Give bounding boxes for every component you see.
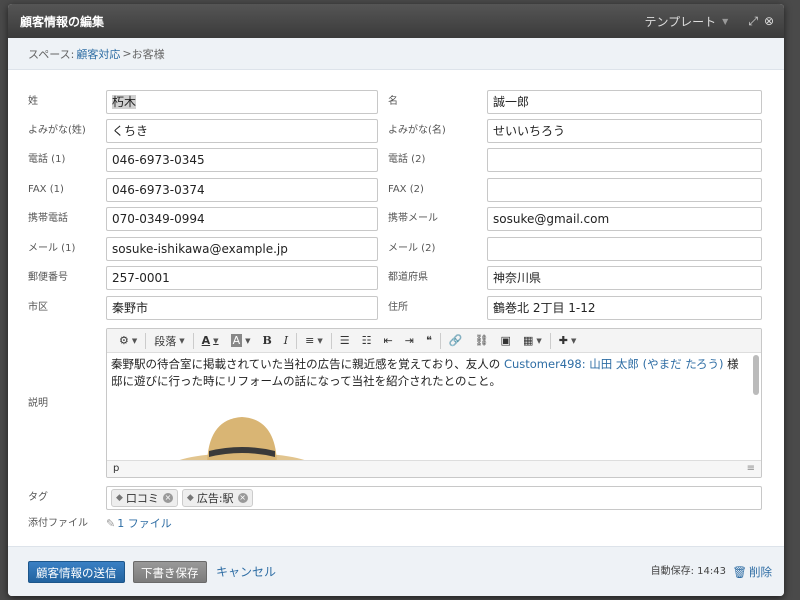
- table-icon[interactable]: ▦ ▼: [523, 334, 542, 347]
- background-color-icon[interactable]: A ▼: [230, 334, 250, 347]
- dialog-titlebar: 顧客情報の編集 テンプレート ▼ ⤢ ⊗: [8, 4, 784, 38]
- unlink-icon[interactable]: ⛓: [475, 334, 489, 347]
- city-input[interactable]: 秦野市: [106, 296, 378, 320]
- indent-icon[interactable]: ⇥: [405, 334, 414, 347]
- fax1-label: FAX (1): [28, 184, 64, 195]
- align-icon[interactable]: ≡ ▼: [305, 334, 323, 347]
- mobile-mail-label: 携帯メール: [388, 213, 438, 224]
- mobile-phone-label: 携帯電話: [28, 213, 68, 224]
- paragraph-format-dropdown[interactable]: 段落 ▼: [154, 333, 184, 349]
- mail2-label: メール (2): [388, 243, 436, 254]
- customer-mention-link[interactable]: Customer498: 山田 太郎 (やまだ たろう): [504, 357, 724, 371]
- phone1-input[interactable]: 046-6973-0345: [106, 148, 378, 172]
- save-draft-button[interactable]: 下書き保存: [133, 561, 207, 583]
- link-icon[interactable]: 🔗: [449, 334, 463, 347]
- italic-icon[interactable]: I: [284, 334, 288, 347]
- breadcrumb-space-link[interactable]: 顧客対応: [76, 46, 120, 62]
- remove-tag-icon[interactable]: ×: [162, 493, 173, 503]
- fax2-label: FAX (2): [388, 184, 424, 195]
- fax1-input[interactable]: 046-6973-0374: [106, 178, 378, 202]
- mail2-input[interactable]: [487, 237, 762, 261]
- first-name-label: 名: [388, 96, 398, 107]
- element-path: p: [113, 463, 120, 474]
- attachments-link[interactable]: ✎ 1 ファイル: [106, 516, 172, 532]
- tag-icon: ◆: [116, 493, 123, 503]
- settings-gear-icon[interactable]: ⚙ ▼: [119, 334, 137, 347]
- editor-toolbar: ⚙▼ 段落▼ A▼ A▼ B I ≡▼ ☰ ☷ ⇤ ⇥ ❝ 🔗 ⛓ ▣: [107, 329, 761, 353]
- breadcrumb-current: お客様: [131, 47, 165, 61]
- outdent-icon[interactable]: ⇤: [384, 334, 393, 347]
- address-label: 住所: [388, 302, 408, 313]
- paperclip-icon: ✎: [106, 517, 116, 530]
- editor-scrollbar[interactable]: [753, 355, 759, 395]
- tag-chip: ◆ 口コミ ×: [111, 489, 178, 507]
- font-color-icon[interactable]: A ▼: [202, 334, 219, 347]
- editor-content[interactable]: 秦野駅の待合室に掲載されていた当社の広告に親近感を覚えており、友人の Custo…: [107, 353, 761, 460]
- breadcrumb-prefix: スペース:: [28, 47, 75, 61]
- delete-button[interactable]: 🗑 削除: [732, 561, 772, 583]
- mobile-phone-input[interactable]: 070-0349-0994: [106, 207, 378, 231]
- zip-label: 郵便番号: [28, 272, 68, 283]
- dialog-title: 顧客情報の編集: [20, 14, 105, 29]
- editor-statusbar: p ≡: [107, 460, 761, 477]
- expand-icon[interactable]: ⤢: [748, 14, 758, 29]
- prefecture-input[interactable]: 神奈川県: [487, 266, 762, 290]
- zip-input[interactable]: 257-0001: [106, 266, 378, 290]
- tags-input[interactable]: ◆ 口コミ × ◆ 広告:駅 ×: [106, 486, 762, 510]
- chevron-down-icon[interactable]: ▼: [722, 17, 728, 26]
- breadcrumb: スペース: 顧客対応 > お客様: [8, 38, 784, 70]
- hat-image[interactable]: [167, 409, 317, 460]
- plugin-icon[interactable]: ✚ ▼: [559, 334, 577, 347]
- quote-icon[interactable]: ❝: [426, 334, 432, 347]
- trash-icon: 🗑: [732, 565, 747, 579]
- image-icon[interactable]: ▣: [501, 334, 511, 347]
- city-label: 市区: [28, 302, 48, 313]
- tags-label: タグ: [28, 492, 48, 503]
- last-name-label: 姓: [28, 96, 38, 107]
- phone2-input[interactable]: [487, 148, 762, 172]
- tag-chip: ◆ 広告:駅 ×: [181, 489, 253, 507]
- bullet-list-icon[interactable]: ☰: [340, 334, 350, 347]
- last-name-input[interactable]: 朽木: [106, 90, 378, 114]
- submit-customer-button[interactable]: 顧客情報の送信: [28, 561, 125, 583]
- bold-icon[interactable]: B: [262, 334, 271, 347]
- first-name-input[interactable]: 誠一郎: [487, 90, 762, 114]
- mail1-input[interactable]: sosuke-ishikawa@example.jp: [106, 237, 378, 261]
- remove-tag-icon[interactable]: ×: [237, 493, 248, 503]
- mobile-mail-input[interactable]: sosuke@gmail.com: [487, 207, 762, 231]
- tag-icon: ◆: [186, 493, 194, 503]
- close-icon[interactable]: ⊗: [764, 14, 774, 28]
- last-kana-input[interactable]: くちき: [106, 119, 378, 143]
- prefecture-label: 都道府県: [388, 272, 428, 283]
- first-kana-label: よみがな(名): [388, 125, 446, 136]
- description-label: 説明: [28, 398, 48, 409]
- first-kana-input[interactable]: せいいちろう: [487, 119, 762, 143]
- mail1-label: メール (1): [28, 243, 76, 254]
- numbered-list-icon[interactable]: ☷: [362, 334, 372, 347]
- customer-edit-dialog: 顧客情報の編集 テンプレート ▼ ⤢ ⊗ スペース: 顧客対応 > お客様 姓 …: [8, 4, 784, 596]
- cancel-button[interactable]: キャンセル: [216, 561, 276, 583]
- fax2-input[interactable]: [487, 178, 762, 202]
- rich-text-editor: ⚙▼ 段落▼ A▼ A▼ B I ≡▼ ☰ ☷ ⇤ ⇥ ❝ 🔗 ⛓ ▣: [106, 328, 762, 478]
- resize-grip-icon[interactable]: ≡: [747, 461, 755, 477]
- breadcrumb-separator: >: [122, 47, 132, 60]
- autosave-status: 自動保存: 14:43: [650, 566, 726, 577]
- attachments-label: 添付ファイル: [28, 518, 88, 529]
- last-kana-label: よみがな(姓): [28, 125, 86, 136]
- address-input[interactable]: 鶴巻北 2丁目 1-12: [487, 296, 762, 320]
- dialog-footer: 顧客情報の送信 下書き保存 キャンセル 自動保存: 14:43 🗑 削除: [8, 546, 784, 596]
- template-dropdown[interactable]: テンプレート: [645, 13, 717, 30]
- phone2-label: 電話 (2): [388, 154, 426, 165]
- phone1-label: 電話 (1): [28, 154, 66, 165]
